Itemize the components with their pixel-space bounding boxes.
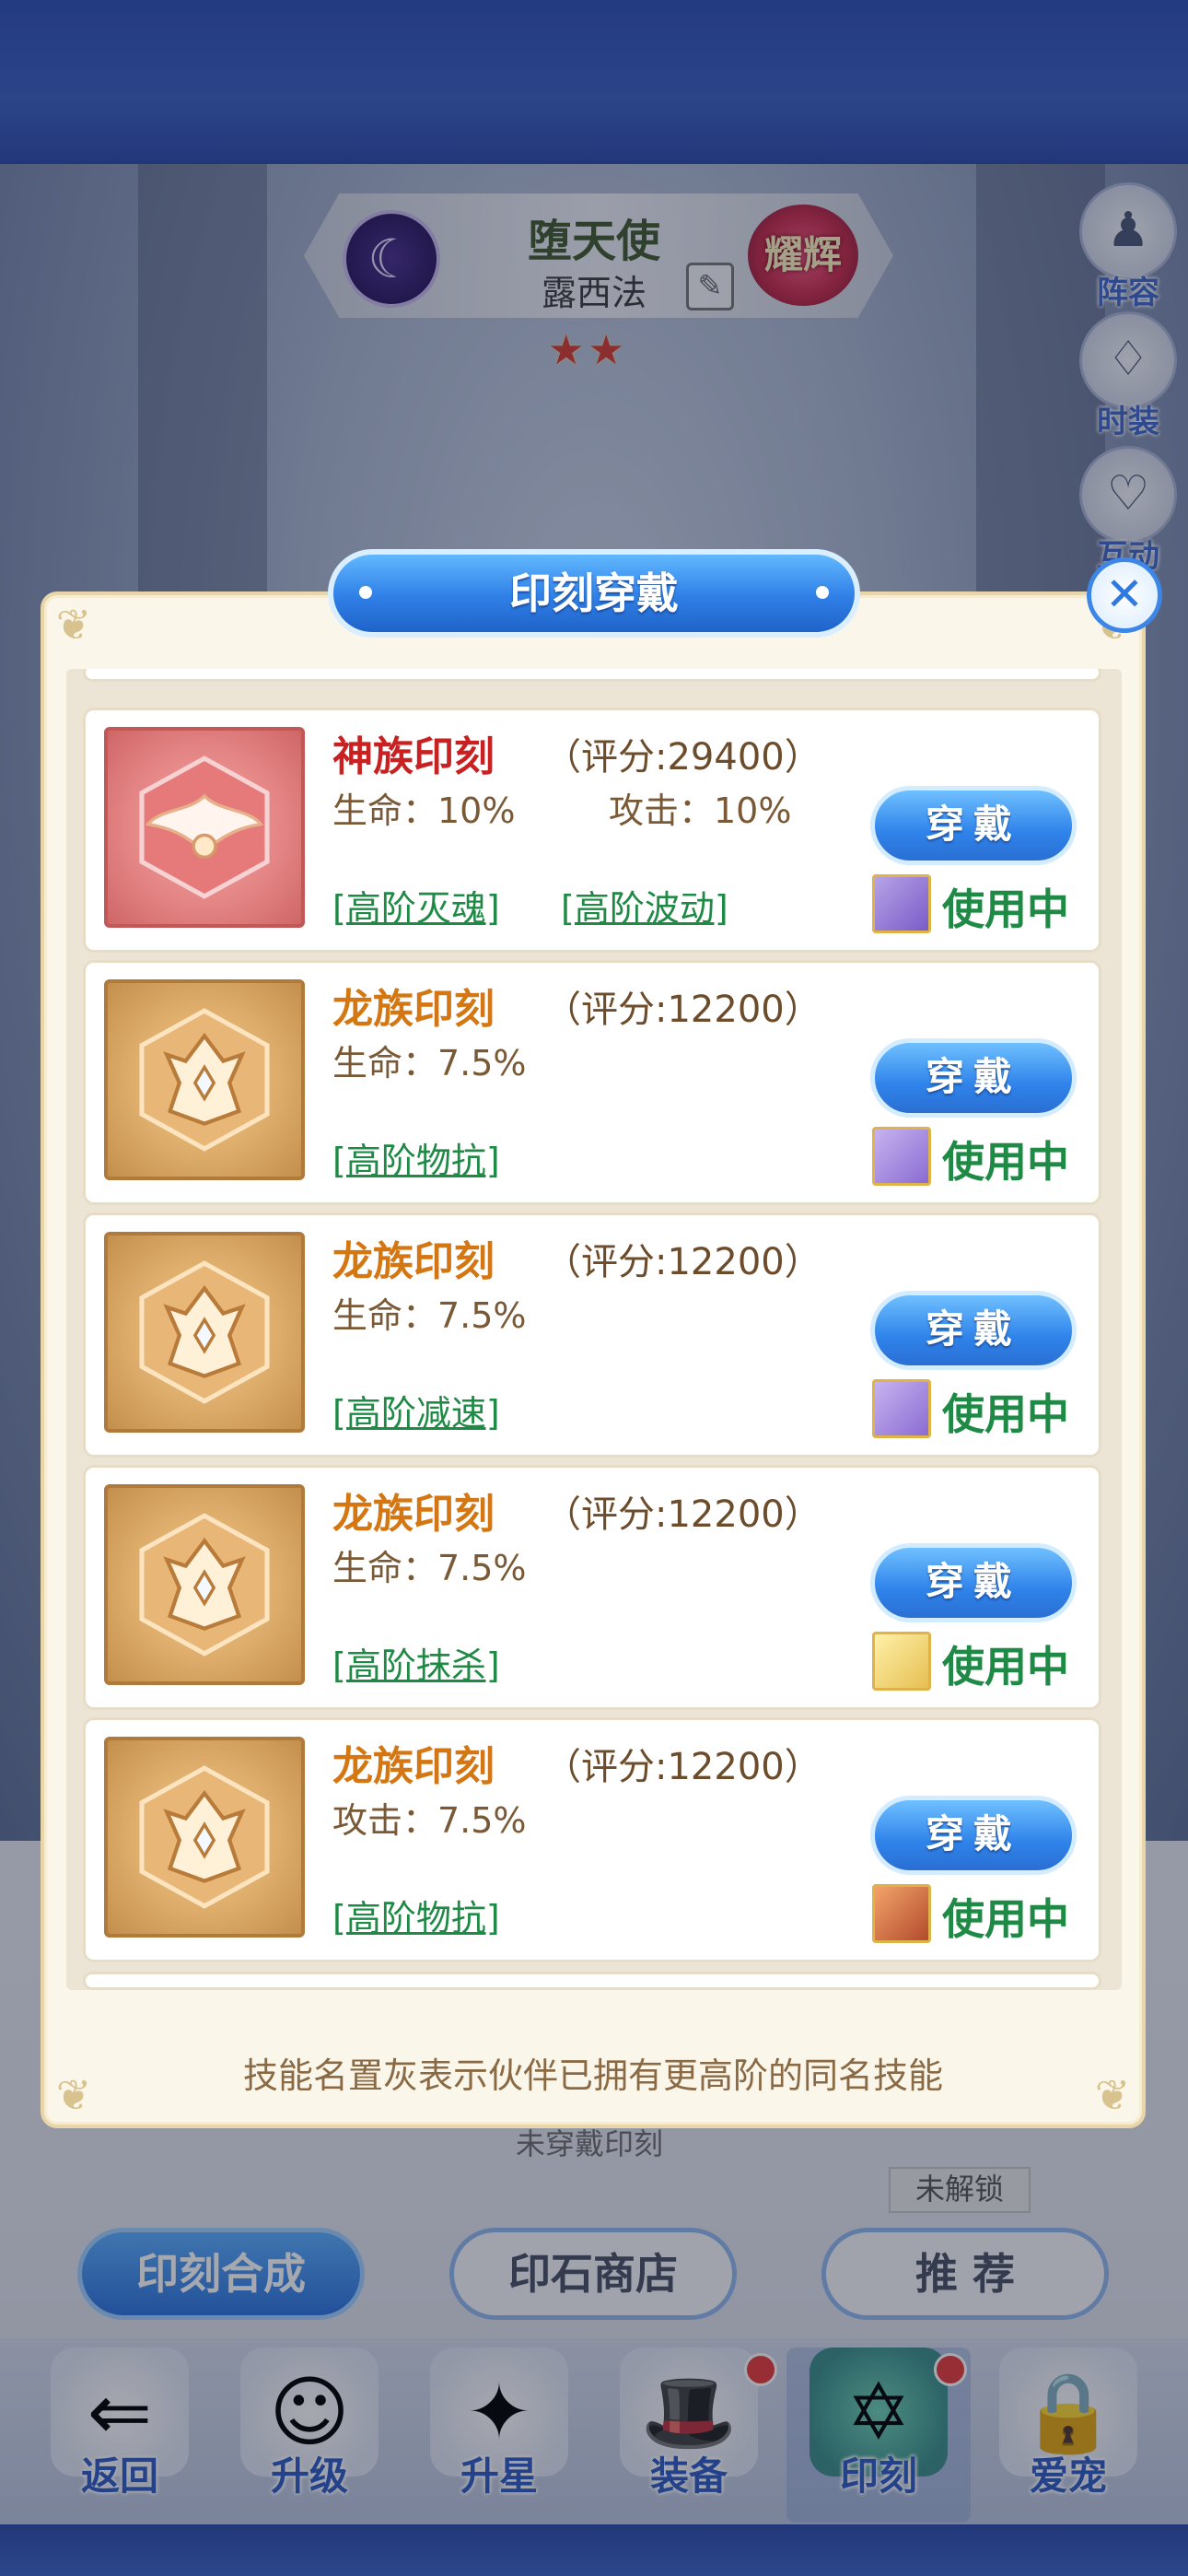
seal-score: （评分:12200）	[544, 1241, 821, 1283]
avatar	[872, 874, 931, 933]
seal-stat: 生命：7.5%	[332, 1548, 527, 1588]
seal-name: 龙族印刻	[332, 1491, 495, 1538]
in-use-status: 使用中	[942, 884, 1069, 934]
dialog-footnote: 技能名置灰表示伙伴已拥有更高阶的同名技能	[242, 2055, 943, 2096]
title-dot	[359, 586, 372, 599]
seal-stat: 攻击：7.5%	[332, 1800, 527, 1841]
dragon-seal-icon	[104, 1484, 305, 1685]
list-item	[83, 669, 1101, 682]
equip-button[interactable]: 穿戴	[870, 786, 1077, 865]
equip-button[interactable]: 穿戴	[870, 1543, 1077, 1622]
dragon-seal-icon	[104, 1232, 305, 1433]
list-item: 神族印刻 （评分:29400） 生命：10% 攻击：10% [高阶灭魂] [高阶…	[83, 708, 1101, 953]
in-use-status: 使用中	[942, 1137, 1069, 1187]
list-item: 龙族印刻 （评分:12200） 生命：7.5% [高阶减速] 穿戴 使用中	[83, 1212, 1101, 1458]
close-icon[interactable]: ✕	[1087, 557, 1162, 633]
skill-link[interactable]: [高阶物抗]	[332, 1132, 500, 1183]
winged-seal-icon	[104, 727, 305, 928]
skill-link[interactable]: [高阶抹杀]	[332, 1637, 500, 1688]
corner-ornament: ❦	[55, 600, 92, 650]
seal-score: （评分:12200）	[544, 1493, 821, 1536]
dragon-seal-icon	[104, 1737, 305, 1938]
skill-link[interactable]: [高阶波动]	[561, 880, 728, 931]
in-use-status: 使用中	[942, 1642, 1069, 1692]
avatar	[872, 1884, 931, 1943]
avatar	[872, 1379, 931, 1438]
equip-button[interactable]: 穿戴	[870, 1038, 1077, 1118]
avatar	[872, 1127, 931, 1186]
list-item	[83, 1972, 1101, 1990]
in-use-status: 使用中	[942, 1389, 1069, 1439]
seal-stat: 攻击：10%	[609, 790, 792, 831]
seal-stat: 生命：7.5%	[332, 1295, 527, 1336]
list-item: 龙族印刻 （评分:12200） 生命：7.5% [高阶抹杀] 穿戴 使用中	[83, 1465, 1101, 1710]
seal-name: 龙族印刻	[332, 1743, 495, 1790]
seal-score: （评分:12200）	[544, 989, 821, 1031]
title-dot	[816, 586, 829, 599]
dialog-title: 印刻穿戴	[328, 549, 860, 638]
seal-stat: 生命：10%	[332, 790, 516, 831]
dragon-seal-icon	[104, 979, 305, 1180]
seal-score: （评分:12200）	[544, 1746, 821, 1788]
list-item: 龙族印刻 （评分:12200） 生命：7.5% [高阶物抗] 穿戴 使用中	[83, 960, 1101, 1205]
skill-link[interactable]: [高阶灭魂]	[332, 880, 500, 931]
equip-button[interactable]: 穿戴	[870, 1291, 1077, 1370]
list-item: 龙族印刻 （评分:12200） 攻击：7.5% [高阶物抗] 穿戴 使用中	[83, 1717, 1101, 1962]
skill-link[interactable]: [高阶减速]	[332, 1385, 500, 1435]
equip-button[interactable]: 穿戴	[870, 1796, 1077, 1875]
seal-name: 龙族印刻	[332, 986, 495, 1033]
seal-stat: 生命：7.5%	[332, 1043, 527, 1083]
in-use-status: 使用中	[942, 1894, 1069, 1944]
seal-name: 神族印刻	[332, 733, 495, 780]
dialog-title-text: 印刻穿戴	[509, 568, 679, 618]
seal-list[interactable]: 神族印刻 （评分:29400） 生命：10% 攻击：10% [高阶灭魂] [高阶…	[66, 669, 1122, 1990]
skill-link[interactable]: [高阶物抗]	[332, 1890, 500, 1940]
avatar	[872, 1632, 931, 1691]
seal-score: （评分:29400）	[544, 736, 821, 779]
seal-name: 龙族印刻	[332, 1238, 495, 1285]
